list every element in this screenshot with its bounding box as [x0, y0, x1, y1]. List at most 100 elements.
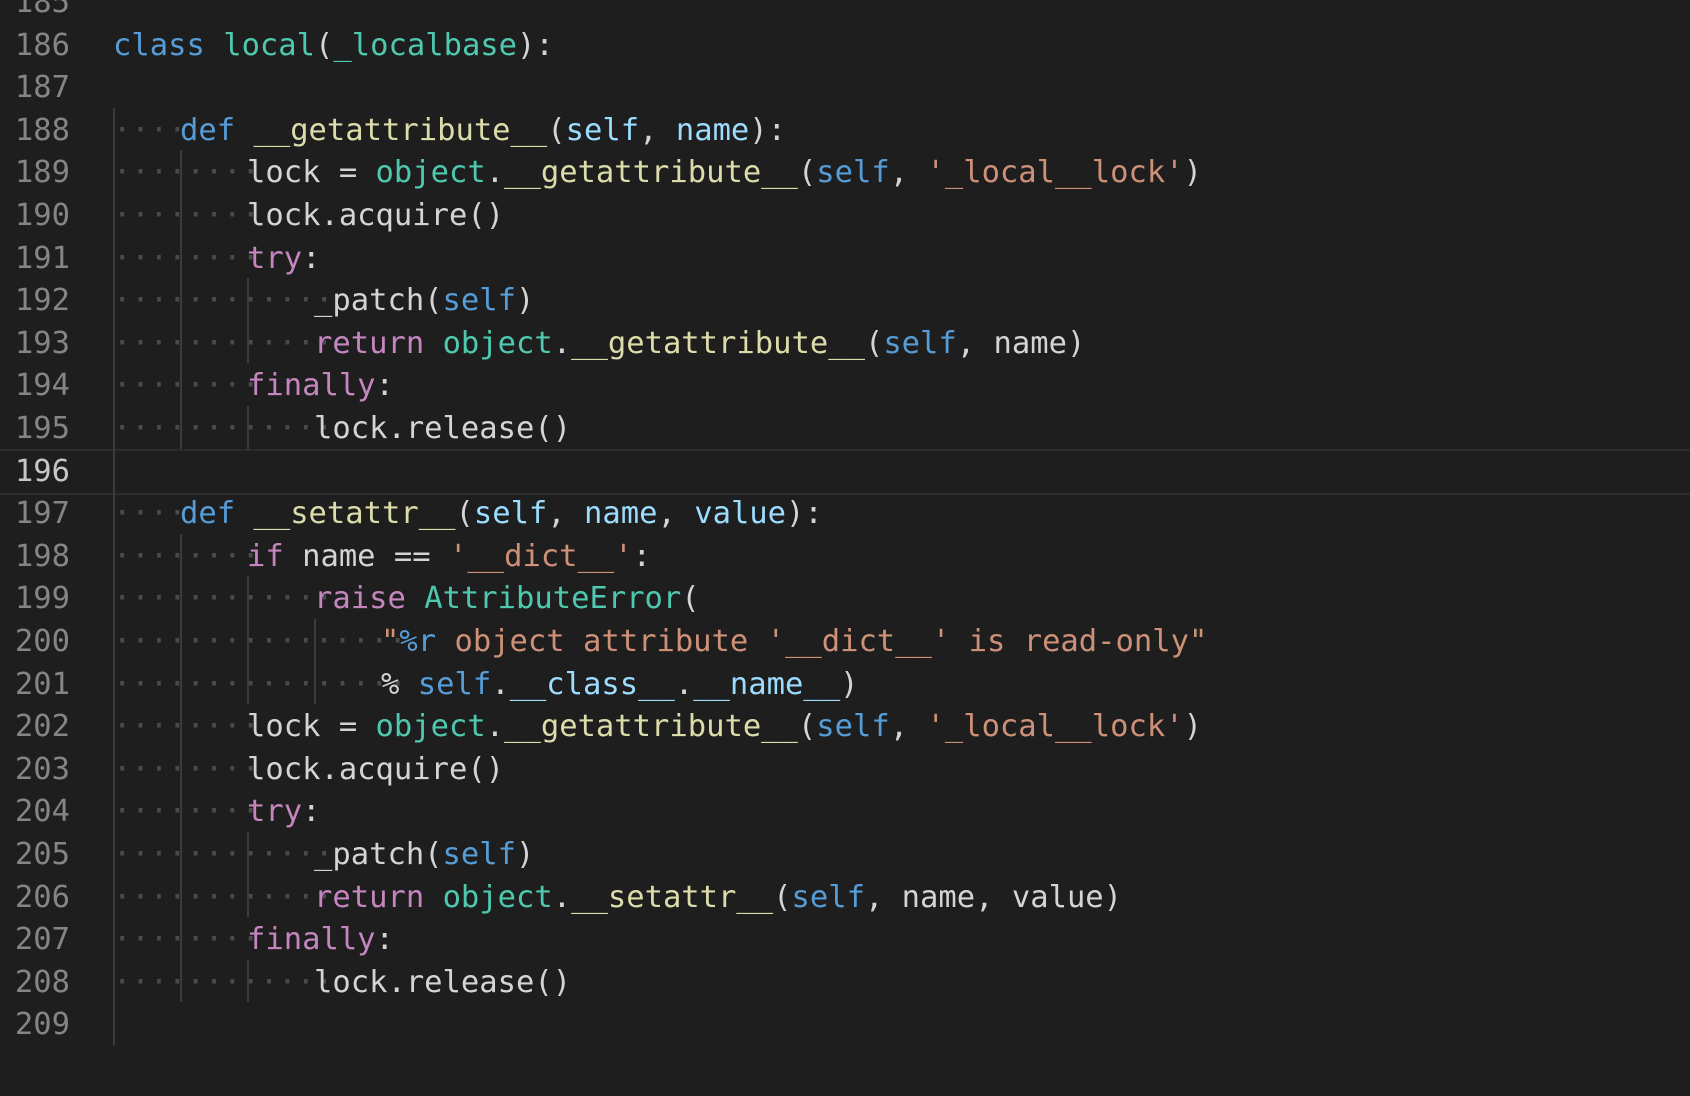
code-token: self — [816, 155, 890, 191]
code-line[interactable]: 191 ········ try: — [0, 236, 1690, 282]
whitespace-marker: ········ — [113, 538, 260, 574]
whitespace-marker: ············ — [113, 411, 334, 446]
code-text: lock = object.__getattribute__(self, '_l… — [247, 704, 1202, 750]
code-token: '_local__lock' — [926, 709, 1184, 745]
line-number: 195 — [14, 411, 70, 446]
indent-guide — [180, 150, 182, 449]
code-text: finally: — [247, 917, 394, 963]
code-token: class — [113, 27, 205, 63]
whitespace-marker: ········ — [113, 794, 260, 830]
code-token: , — [547, 496, 585, 532]
code-token: self — [442, 283, 516, 319]
line-number: 191 — [14, 240, 70, 276]
code-token: lock.acquire() — [247, 751, 505, 787]
code-token: object — [375, 155, 486, 191]
code-token: '_local__lock' — [926, 155, 1184, 191]
code-line[interactable]: 203 ········ lock.acquire() — [0, 747, 1690, 793]
code-token: def — [180, 112, 236, 148]
code-line[interactable]: 205 ············ _patch(self) — [0, 832, 1690, 878]
whitespace-marker: ···· — [113, 496, 187, 532]
code-token: self — [442, 837, 516, 872]
code-editor[interactable]: 185 186 class local(_localbase): 187 188 ····… — [0, 0, 1690, 1096]
code-text: return object.__setattr__(self, name, va… — [314, 875, 1122, 921]
code-line[interactable]: 200 ················ "%r object attribute … — [0, 619, 1690, 665]
code-line[interactable]: 195 ············ lock.release() — [0, 406, 1690, 452]
code-line[interactable]: 192 ············ _patch(self) — [0, 278, 1690, 324]
code-token: . — [552, 325, 572, 361]
code-line[interactable]: 187 — [0, 65, 1690, 111]
code-text: if name == '__dict__': — [247, 534, 651, 580]
line-number: 206 — [14, 879, 70, 915]
code-token: . — [485, 155, 505, 191]
code-token: value — [694, 496, 787, 532]
whitespace-marker: ············ — [113, 879, 334, 915]
line-number: 187 — [14, 70, 70, 106]
whitespace-marker: ········ — [113, 198, 260, 233]
whitespace-marker: ········ — [113, 240, 260, 276]
code-line[interactable]: 189 ········ lock = object.__getattribute_… — [0, 150, 1690, 196]
code-token: : — [375, 922, 394, 958]
code-token: '__dict__' — [449, 538, 633, 574]
whitespace-marker: ············ — [113, 283, 334, 319]
code-line[interactable]: 204 ········ try: — [0, 789, 1690, 835]
code-line[interactable]: 199 ············ raise AttributeError( — [0, 576, 1690, 622]
code-token: ( — [773, 879, 792, 915]
whitespace-marker: ············ — [113, 837, 334, 872]
code-text: _patch(self) — [314, 832, 534, 878]
code-token: : — [302, 240, 321, 276]
whitespace-marker: ················ — [113, 624, 407, 659]
code-token: AttributeError — [424, 581, 682, 617]
code-token: , — [639, 112, 676, 148]
code-token: , — [657, 496, 695, 532]
code-line[interactable]: 196 — [0, 449, 1690, 495]
code-token: __setattr__ — [253, 496, 456, 532]
code-token: ( — [864, 325, 884, 361]
code-line[interactable]: 202 ········ lock = object.__getattribute_… — [0, 704, 1690, 750]
code-token: : — [632, 538, 652, 574]
code-line[interactable]: 201 ················% self.__class__.__na… — [0, 662, 1690, 708]
code-line[interactable]: 197 ···· def __setattr__(self, name, value… — [0, 491, 1690, 537]
code-token: self — [473, 496, 548, 532]
code-token: local — [223, 27, 316, 63]
code-token: __getattribute__ — [571, 325, 865, 361]
code-text: finally: — [247, 363, 394, 409]
code-token: , — [889, 709, 927, 745]
code-token: try — [247, 240, 303, 276]
code-token: " — [381, 624, 400, 659]
code-token: object attribute '__dict__' is read-only… — [436, 624, 1208, 659]
line-number: 192 — [14, 283, 70, 319]
code-token: object — [375, 709, 486, 745]
indent-guide — [180, 533, 182, 1003]
code-line[interactable]: 188 ···· def __getattribute__(self, name): — [0, 108, 1690, 154]
code-text: def __getattribute__(self, name): — [180, 108, 786, 154]
line-number: 208 — [14, 964, 70, 1000]
whitespace-marker: ········ — [113, 368, 260, 404]
code-token: return — [314, 879, 425, 915]
code-token: object — [442, 879, 553, 915]
code-token: finally — [247, 922, 376, 958]
code-line[interactable]: 190 ········ lock.acquire() — [0, 193, 1690, 239]
code-line[interactable]: 206 ············ return object.__setattr__… — [0, 875, 1690, 921]
code-line[interactable]: 207 ········ finally: — [0, 917, 1690, 963]
code-token: name — [675, 112, 750, 148]
code-line[interactable]: 194 ········ finally: — [0, 363, 1690, 409]
line-number: 203 — [14, 751, 70, 787]
code-token: __getattribute__ — [504, 155, 798, 191]
code-line[interactable]: 198 ········ if name == '__dict__': — [0, 534, 1690, 580]
code-token: ): — [517, 27, 554, 63]
whitespace-marker: ···· — [113, 112, 187, 148]
line-number: 202 — [14, 709, 70, 745]
code-line[interactable]: 208 ············ lock.release() — [0, 960, 1690, 1006]
line-number: 193 — [14, 325, 70, 361]
code-line[interactable]: 209 — [0, 1002, 1690, 1048]
indent-guide — [247, 278, 249, 364]
code-token: self — [816, 709, 890, 745]
code-line[interactable]: 193 ············ return object.__getattrib… — [0, 321, 1690, 367]
code-line[interactable]: 186 class local(_localbase): — [0, 23, 1690, 69]
code-text: lock.acquire() — [247, 747, 504, 793]
whitespace-marker: ············ — [113, 325, 334, 361]
